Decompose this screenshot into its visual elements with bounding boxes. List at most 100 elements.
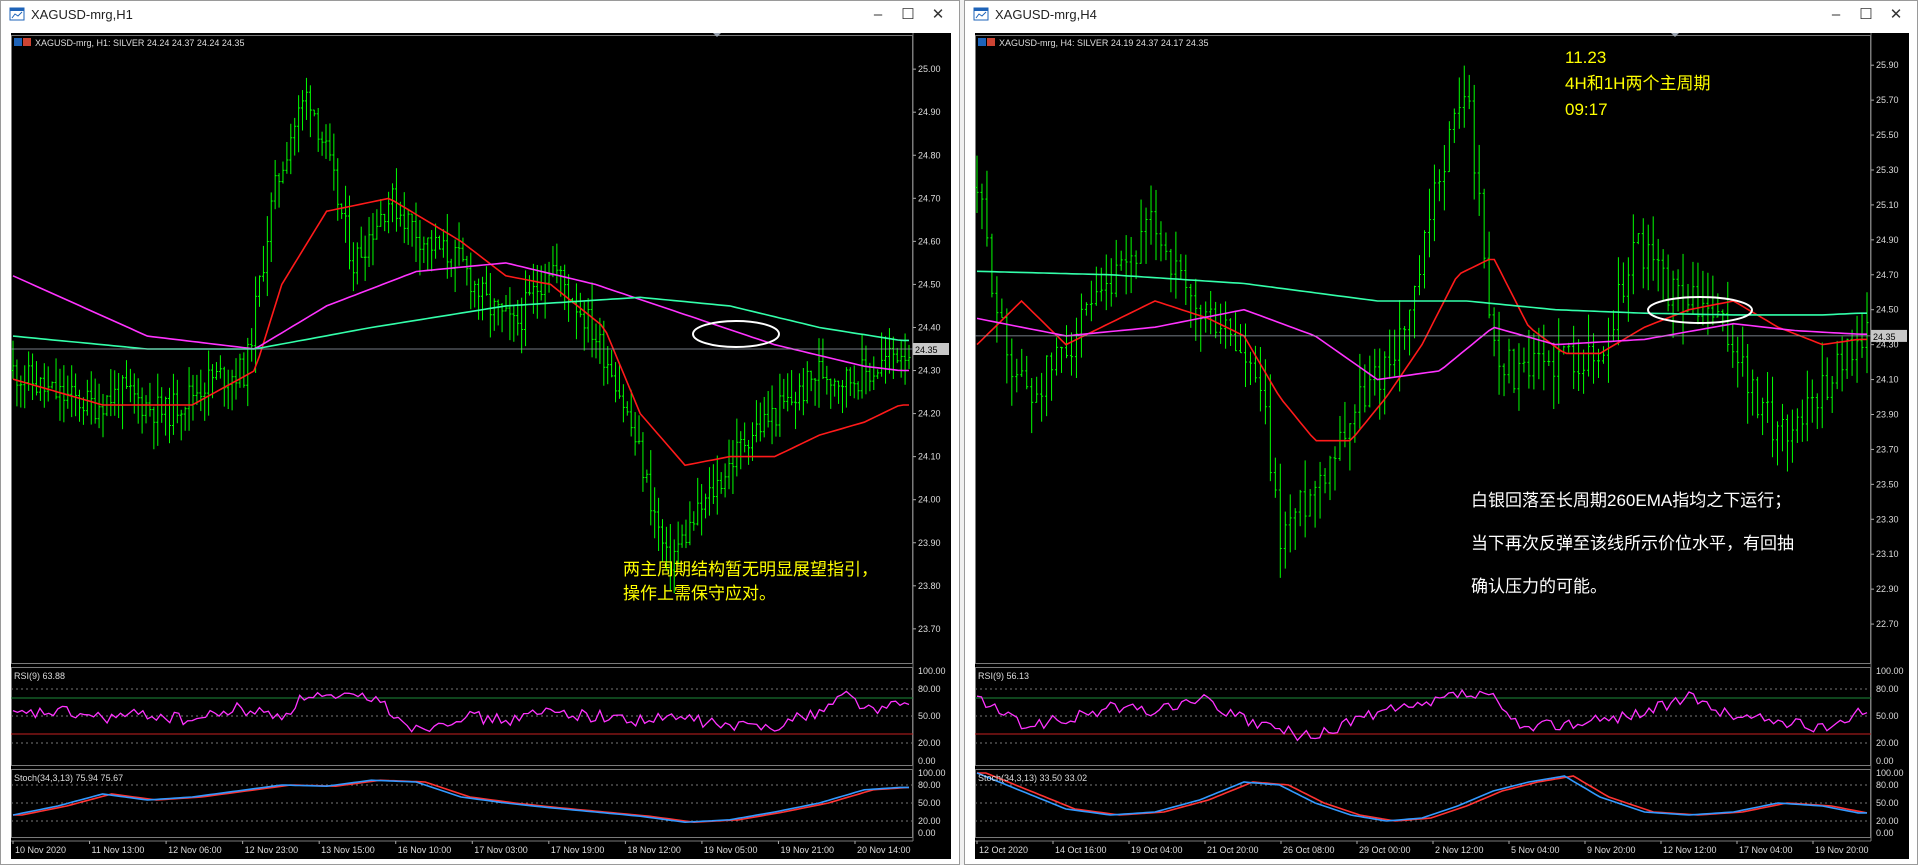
price-chart-h1[interactable]: 25.00 24.90 24.80 24.70 24.60 24.50 24.40 24.30… — [11, 33, 951, 859]
price-badge-label: 24.35 — [1873, 332, 1896, 342]
rsi-tick-label: 100.00 — [918, 666, 946, 676]
maximize-icon[interactable]: ☐ — [893, 4, 923, 26]
rsi-label: RSI(9) 56.13 — [978, 671, 1029, 681]
time-tick-label: 12 Nov 23:00 — [245, 845, 299, 855]
rsi-tick-label: 50.00 — [1876, 711, 1899, 721]
time-tick-label: 10 Nov 2020 — [15, 845, 66, 855]
price-tick-label: 23.70 — [1876, 444, 1899, 454]
price-tick-label: 22.90 — [1876, 584, 1899, 594]
stoch-tick-label: 50.00 — [918, 798, 941, 808]
chart-window-icon — [9, 7, 25, 21]
price-tick-label: 24.70 — [1876, 270, 1899, 280]
time-tick-label: 20 Nov 14:00 — [857, 845, 911, 855]
price-tick-label: 25.70 — [1876, 95, 1899, 105]
stoch-label: Stoch(34,3,13) 33.50 33.02 — [978, 773, 1087, 783]
window-title: XAGUSD-mrg,H1 — [31, 7, 133, 22]
time-tick-label: 2 Nov 12:00 — [1435, 845, 1484, 855]
price-tick-label: 24.50 — [918, 279, 941, 289]
chart-window-h4[interactable]: XAGUSD-mrg,H4 – ☐ ✕ 25.90 25.70 25.50 25.30… — [964, 0, 1918, 865]
price-tick-label: 25.90 — [1876, 60, 1899, 70]
minimize-icon[interactable]: – — [863, 4, 893, 26]
chart-background — [11, 33, 951, 859]
price-tick-label: 24.40 — [918, 322, 941, 332]
price-tick-label: 24.20 — [918, 409, 941, 419]
price-tick-label: 24.10 — [918, 452, 941, 462]
rsi-tick-label: 50.00 — [918, 711, 941, 721]
stoch-tick-label: 0.00 — [918, 828, 936, 838]
symbol-flag-icon — [978, 38, 986, 46]
rsi-tick-label: 20.00 — [1876, 738, 1899, 748]
stoch-tick-label: 0.00 — [1876, 828, 1894, 838]
maximize-icon[interactable]: ☐ — [1851, 4, 1881, 26]
symbol-flag-icon — [14, 38, 22, 46]
rsi-tick-label: 0.00 — [918, 756, 936, 766]
chart-window-h1[interactable]: XAGUSD-mrg,H1 – ☐ ✕ 25.00 24.90 24.80 24.70… — [0, 0, 960, 865]
chart-background — [975, 33, 1909, 859]
price-tick-label: 24.10 — [1876, 375, 1899, 385]
price-tick-label: 24.70 — [918, 193, 941, 203]
time-tick-label: 11 Nov 13:00 — [92, 845, 145, 855]
annotation-line: 操作上需保守应对。 — [623, 584, 776, 603]
window-titlebar[interactable]: XAGUSD-mrg,H4 – ☐ ✕ — [965, 1, 1917, 29]
price-tick-label: 25.10 — [1876, 200, 1899, 210]
time-tick-label: 5 Nov 04:00 — [1511, 845, 1560, 855]
annotation-line: 白银回落至长周期260EMA指均之下运行； — [1471, 491, 1791, 510]
price-tick-label: 24.80 — [918, 150, 941, 160]
price-tick-label: 23.10 — [1876, 549, 1899, 559]
price-tick-label: 24.00 — [918, 495, 941, 505]
time-tick-label: 19 Nov 05:00 — [704, 845, 758, 855]
time-tick-label: 17 Nov 03:00 — [474, 845, 528, 855]
minimize-icon[interactable]: – — [1821, 4, 1851, 26]
time-tick-label: 9 Nov 20:00 — [1587, 845, 1636, 855]
price-tick-label: 23.90 — [918, 538, 941, 548]
time-tick-label: 19 Nov 21:00 — [780, 845, 834, 855]
price-badge-label: 24.35 — [915, 345, 938, 355]
window-titlebar[interactable]: XAGUSD-mrg,H1 – ☐ ✕ — [1, 1, 959, 29]
price-tick-label: 25.00 — [918, 64, 941, 74]
annotation-top-line: 09:17 — [1565, 100, 1608, 119]
chart-window-icon — [973, 7, 989, 21]
price-tick-label: 23.50 — [1876, 479, 1899, 489]
rsi-tick-label: 20.00 — [918, 738, 941, 748]
stoch-tick-label: 20.00 — [1876, 816, 1899, 826]
stoch-tick-label: 100.00 — [918, 768, 946, 778]
price-tick-label: 22.70 — [1876, 619, 1899, 629]
price-tick-label: 25.30 — [1876, 165, 1899, 175]
annotation-line: 两主周期结构暂无明显展望指引， — [623, 560, 878, 579]
stoch-tick-label: 80.00 — [1876, 780, 1899, 790]
price-tick-label: 24.90 — [918, 107, 941, 117]
annotation-line: 当下再次反弹至该线所示价位水平，有回抽 — [1471, 534, 1794, 553]
stoch-tick-label: 20.00 — [918, 816, 941, 826]
price-tick-label: 23.90 — [1876, 409, 1899, 419]
time-tick-label: 26 Oct 08:00 — [1283, 845, 1335, 855]
annotation-top-line: 4H和1H两个主周期 — [1565, 74, 1710, 93]
rsi-label: RSI(9) 63.88 — [14, 671, 65, 681]
time-tick-label: 19 Nov 20:00 — [1815, 845, 1869, 855]
symbol-flag-icon — [23, 38, 31, 46]
stoch-label: Stoch(34,3,13) 75.94 75.67 — [14, 773, 123, 783]
close-icon[interactable]: ✕ — [923, 4, 953, 26]
window-title: XAGUSD-mrg,H4 — [995, 7, 1097, 22]
time-tick-label: 17 Nov 04:00 — [1739, 845, 1793, 855]
price-tick-label: 25.50 — [1876, 130, 1899, 140]
time-tick-label: 18 Nov 12:00 — [627, 845, 681, 855]
annotation-top-line: 11.23 — [1565, 48, 1606, 67]
stoch-tick-label: 50.00 — [1876, 798, 1899, 808]
price-chart-h4[interactable]: 25.90 25.70 25.50 25.30 25.10 24.90 24.70 24.50… — [975, 33, 1909, 859]
price-tick-label: 24.60 — [918, 236, 941, 246]
time-tick-label: 17 Nov 19:00 — [551, 845, 605, 855]
time-tick-label: 16 Nov 10:00 — [398, 845, 452, 855]
close-icon[interactable]: ✕ — [1881, 4, 1911, 26]
symbol-flag-icon — [987, 38, 995, 46]
time-tick-label: 19 Oct 04:00 — [1131, 845, 1183, 855]
price-tick-label: 24.30 — [918, 366, 941, 376]
rsi-tick-label: 100.00 — [1876, 666, 1904, 676]
stoch-tick-label: 100.00 — [1876, 768, 1904, 778]
price-tick-label: 23.30 — [1876, 514, 1899, 524]
time-tick-label: 12 Nov 06:00 — [168, 845, 222, 855]
time-tick-label: 12 Nov 12:00 — [1663, 845, 1717, 855]
chart-header: XAGUSD-mrg, H1: SILVER 24.24 24.37 24.24… — [35, 38, 244, 48]
rsi-tick-label: 0.00 — [1876, 756, 1894, 766]
time-tick-label: 12 Oct 2020 — [979, 845, 1028, 855]
time-tick-label: 13 Nov 15:00 — [321, 845, 375, 855]
